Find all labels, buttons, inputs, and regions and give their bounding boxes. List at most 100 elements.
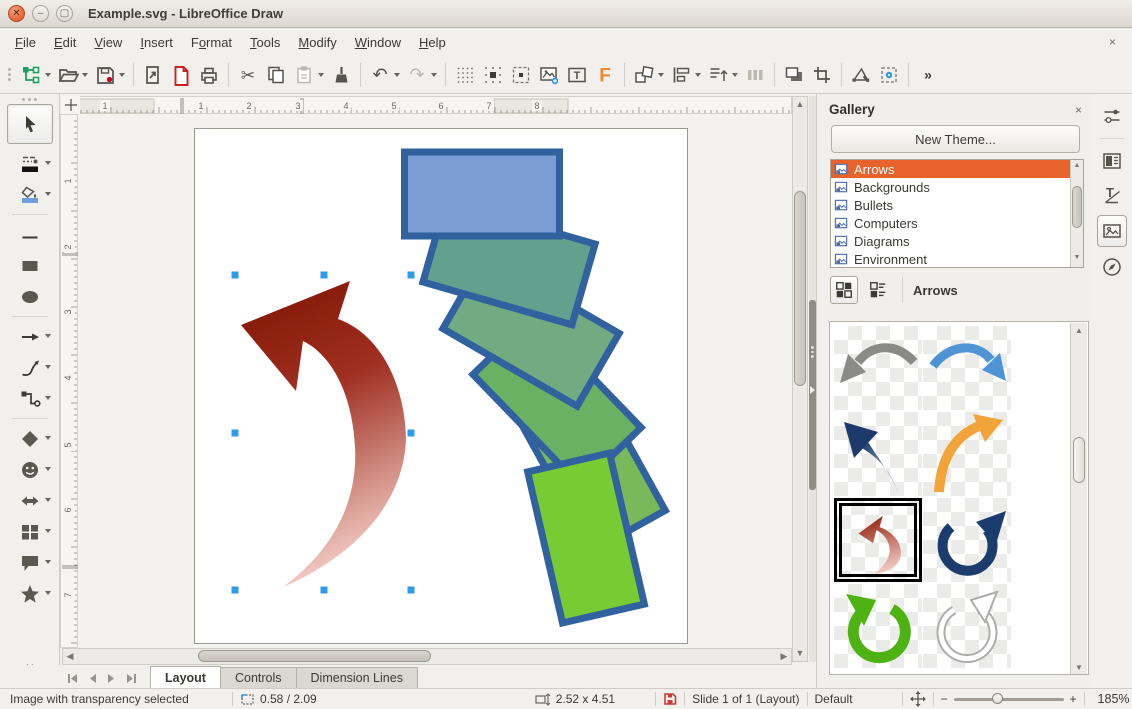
dropdown-arrow-icon[interactable] bbox=[394, 73, 400, 77]
paste-button[interactable] bbox=[290, 60, 327, 90]
fontwork-button[interactable]: F bbox=[591, 60, 619, 90]
zoom-fit-icon[interactable] bbox=[910, 691, 926, 707]
page-tab[interactable] bbox=[1097, 147, 1127, 175]
page[interactable] bbox=[194, 128, 688, 644]
scroll-down-icon[interactable]: ▼ bbox=[793, 646, 807, 661]
dropdown-arrow-icon[interactable] bbox=[45, 396, 51, 400]
dropdown-arrow-icon[interactable] bbox=[45, 591, 51, 595]
rectangle-button[interactable] bbox=[7, 250, 53, 281]
zoom-slider[interactable] bbox=[954, 698, 1064, 701]
align-button[interactable] bbox=[667, 60, 704, 90]
zoom-out-button[interactable]: − bbox=[941, 692, 948, 706]
redo-button[interactable]: ↷ bbox=[403, 60, 440, 90]
scroll-up-icon[interactable]: ▲ bbox=[1071, 160, 1083, 175]
zoom-in-button[interactable]: + bbox=[1070, 692, 1077, 706]
toolbar-overflow-button[interactable]: » bbox=[914, 60, 942, 90]
horizontal-scroll-thumb[interactable] bbox=[198, 650, 431, 662]
shadow-button[interactable] bbox=[780, 60, 808, 90]
export-pdf-button[interactable] bbox=[167, 60, 195, 90]
gallery-thumb-navy-swoosh-arrow[interactable] bbox=[834, 412, 922, 496]
dropdown-arrow-icon[interactable] bbox=[45, 365, 51, 369]
menu-edit[interactable]: Edit bbox=[45, 31, 85, 54]
edit-points-button[interactable] bbox=[847, 60, 875, 90]
curves-and-polygons-button[interactable] bbox=[7, 352, 53, 383]
dropdown-arrow-icon[interactable] bbox=[658, 73, 664, 77]
rotated-rectangle-5[interactable] bbox=[405, 152, 560, 236]
new-drawing-button[interactable] bbox=[17, 60, 54, 90]
glue-points-button[interactable] bbox=[875, 60, 903, 90]
sidebar-splitter-handle[interactable] bbox=[809, 300, 816, 490]
theme-scroll-thumb[interactable] bbox=[1072, 186, 1082, 228]
select-button[interactable] bbox=[7, 104, 53, 144]
gallery-thumb-outline-circular-arrow[interactable] bbox=[923, 584, 1011, 668]
gallery-tab[interactable] bbox=[1097, 215, 1127, 247]
page-style[interactable]: Default bbox=[815, 692, 895, 706]
distribute-button[interactable] bbox=[741, 60, 769, 90]
insert-textbox-button[interactable]: T bbox=[563, 60, 591, 90]
gallery-thumb-orange-curved-arrow[interactable] bbox=[923, 412, 1011, 496]
export-button[interactable] bbox=[139, 60, 167, 90]
basic-shapes-button[interactable] bbox=[7, 423, 53, 454]
fill-color-button[interactable] bbox=[7, 179, 53, 210]
dropdown-arrow-icon[interactable] bbox=[732, 73, 738, 77]
dropdown-arrow-icon[interactable] bbox=[45, 560, 51, 564]
lines-and-arrows-button[interactable] bbox=[7, 321, 53, 352]
menu-help[interactable]: Help bbox=[410, 31, 455, 54]
vertical-scroll-thumb[interactable] bbox=[794, 191, 806, 386]
ellipse-button[interactable] bbox=[7, 281, 53, 312]
dropdown-arrow-icon[interactable] bbox=[45, 467, 51, 471]
dropdown-arrow-icon[interactable] bbox=[45, 161, 51, 165]
dropdown-arrow-icon[interactable] bbox=[45, 73, 51, 77]
gallery-close-button[interactable]: × bbox=[1075, 103, 1082, 117]
window-minimize-button[interactable]: – bbox=[32, 5, 49, 22]
dropdown-arrow-icon[interactable] bbox=[82, 73, 88, 77]
clone-formatting-button[interactable] bbox=[327, 60, 355, 90]
selection-handle[interactable] bbox=[408, 430, 415, 437]
theme-item-backgrounds[interactable]: Backgrounds bbox=[831, 178, 1083, 196]
cut-button[interactable]: ✂ bbox=[234, 60, 262, 90]
theme-item-diagrams[interactable]: Diagrams bbox=[831, 232, 1083, 250]
selection-handle[interactable] bbox=[232, 430, 239, 437]
dropdown-arrow-icon[interactable] bbox=[45, 529, 51, 533]
page-canvas[interactable] bbox=[195, 129, 689, 645]
display-grid-button[interactable] bbox=[451, 60, 479, 90]
new-theme-button[interactable]: New Theme... bbox=[831, 125, 1080, 153]
callouts-button[interactable] bbox=[7, 547, 53, 578]
gallery-thumb-gray-curved-arrow[interactable] bbox=[834, 326, 922, 410]
gallery-thumb-navy-circular-arrow[interactable] bbox=[923, 498, 1011, 582]
sidebar-splitter[interactable] bbox=[809, 96, 816, 662]
selection-handle[interactable] bbox=[232, 587, 239, 594]
thumbnail-scroll-thumb[interactable] bbox=[1073, 437, 1085, 483]
selection-handle[interactable] bbox=[408, 587, 415, 594]
theme-item-bullets[interactable]: Bullets bbox=[831, 196, 1083, 214]
tab-layout[interactable]: Layout bbox=[150, 666, 221, 688]
undo-button[interactable]: ↶ bbox=[366, 60, 403, 90]
tab-dimension-lines[interactable]: Dimension Lines bbox=[296, 667, 418, 688]
dropdown-arrow-icon[interactable] bbox=[45, 334, 51, 338]
tab-controls[interactable]: Controls bbox=[220, 667, 297, 688]
theme-list-scrollbar[interactable]: ▲ ▼ bbox=[1070, 160, 1083, 267]
document-close-button[interactable]: × bbox=[1099, 35, 1126, 49]
toolbar-grip[interactable] bbox=[5, 62, 14, 88]
horizontal-scrollbar[interactable]: ◀ ▶ bbox=[62, 648, 792, 665]
connectors-button[interactable] bbox=[7, 383, 53, 414]
menu-insert[interactable]: Insert bbox=[131, 31, 182, 54]
selection-handle[interactable] bbox=[232, 272, 239, 279]
menu-format[interactable]: Format bbox=[182, 31, 241, 54]
theme-item-arrows[interactable]: Arrows bbox=[831, 160, 1083, 178]
menu-view[interactable]: View bbox=[85, 31, 131, 54]
last-page-button[interactable] bbox=[121, 669, 140, 687]
open-button[interactable] bbox=[54, 60, 91, 90]
zoom-level[interactable]: 185% bbox=[1098, 692, 1130, 706]
horizontal-ruler[interactable]: 112345678 bbox=[62, 96, 792, 114]
red-curved-arrow-image[interactable] bbox=[241, 281, 406, 587]
previous-page-button[interactable] bbox=[83, 669, 102, 687]
helplines-button[interactable] bbox=[507, 60, 535, 90]
selection-handle[interactable] bbox=[321, 587, 328, 594]
dropdown-arrow-icon[interactable] bbox=[695, 73, 701, 77]
symbol-shapes-button[interactable] bbox=[7, 454, 53, 485]
first-page-button[interactable] bbox=[64, 669, 83, 687]
scroll-up-icon[interactable]: ▲ bbox=[1072, 323, 1086, 338]
insert-image-button[interactable] bbox=[535, 60, 563, 90]
gallery-thumb-red-curved-arrow[interactable] bbox=[834, 498, 922, 582]
